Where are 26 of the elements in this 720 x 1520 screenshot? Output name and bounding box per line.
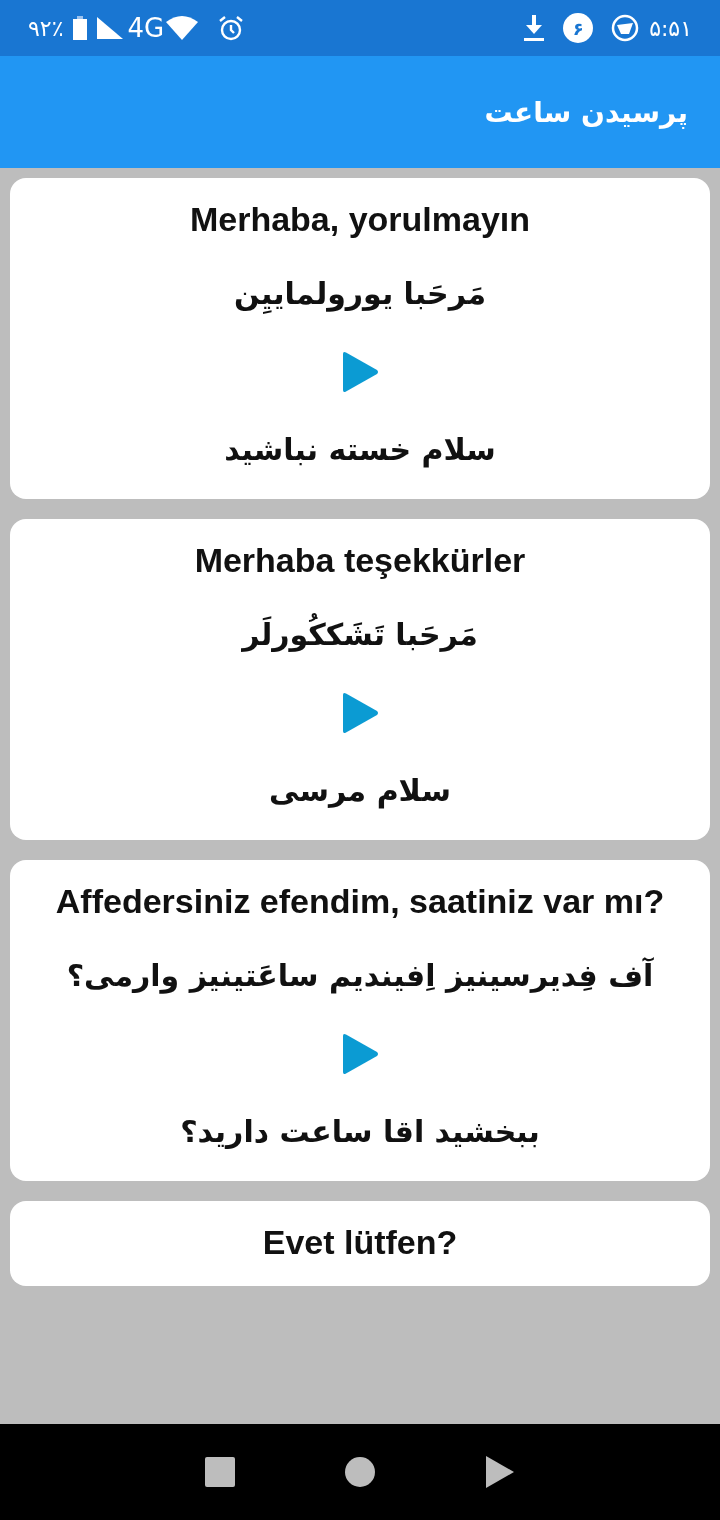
pronunciation-text: مَرحَبا یورولماییِن (234, 269, 486, 319)
play-icon[interactable] (341, 1033, 379, 1075)
wifi-icon (166, 16, 199, 40)
network-type: 4G (127, 13, 165, 43)
turkish-phrase: Evet lütfen? (262, 1223, 458, 1262)
persian-translation: ببخشید اقا ساعت دارید؟ (180, 1113, 540, 1151)
turkish-phrase: Affedersiniz efendim, saatiniz var mı? (55, 882, 665, 921)
pronunciation-text: مَرحَبا تَشَککُورلَر (242, 610, 478, 660)
turkish-phrase: Merhaba, yorulmayın (189, 200, 531, 239)
app-title: پرسیدن ساعت (484, 95, 688, 129)
persian-translation: سلام خسته نباشید (224, 431, 496, 470)
battery-percent: ۹۲٪ (28, 15, 64, 41)
alarm-icon (218, 15, 245, 41)
turkish-phrase: Merhaba teşekkürler (194, 541, 526, 580)
app-logo-icon (611, 14, 640, 42)
play-icon[interactable] (341, 351, 379, 393)
home-button[interactable] (345, 1457, 375, 1487)
download-icon (523, 15, 546, 41)
signal-icon (97, 17, 124, 39)
back-button[interactable] (485, 1456, 515, 1488)
clock: ۵:۵۱ (649, 15, 692, 41)
play-icon[interactable] (341, 692, 379, 734)
pronunciation-text: آف فِدیرسینیز اِفیندیم ساعَتینیز وارمی؟ (66, 956, 654, 996)
persian-translation: سلام مرسی (269, 772, 451, 811)
notification-badge: ۶ (563, 13, 594, 43)
battery-icon (73, 16, 88, 40)
